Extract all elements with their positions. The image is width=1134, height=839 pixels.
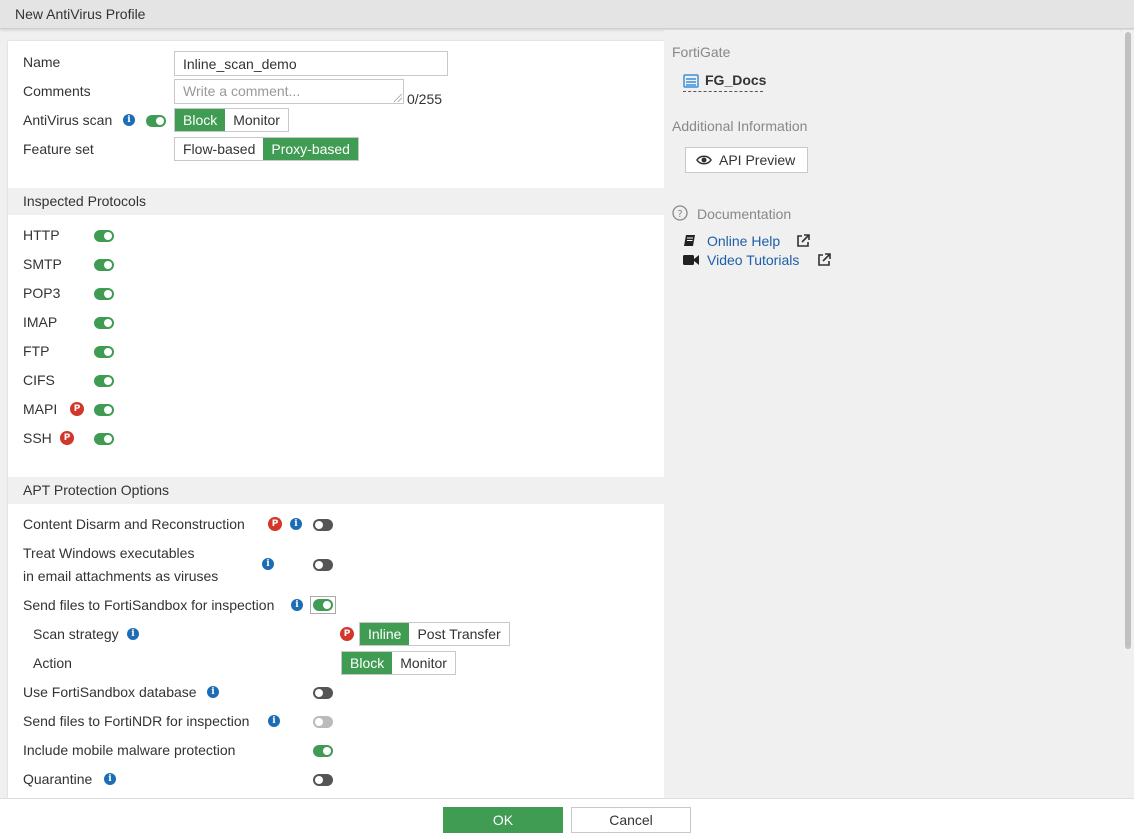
apt-protection-heading: APT Protection Options: [23, 482, 170, 498]
sandbox-db-label: Use FortiSandbox database: [23, 684, 197, 700]
quarantine-info-icon[interactable]: i: [104, 773, 116, 785]
sandbox-action-block-option[interactable]: Block: [342, 652, 393, 674]
proxy-only-badge-icon: P: [60, 431, 74, 445]
sandbox-db-info-icon[interactable]: i: [207, 686, 219, 698]
protocol-smtp-toggle[interactable]: [94, 259, 114, 271]
cdr-label: Content Disarm and Reconstruction: [23, 516, 245, 532]
fortindr-toggle[interactable]: [313, 716, 333, 728]
video-tutorials-link[interactable]: Video Tutorials: [707, 252, 799, 268]
protocol-ssh-toggle[interactable]: [94, 433, 114, 445]
antivirus-action-selector: Block Monitor: [174, 108, 289, 132]
protocol-label: FTP: [23, 343, 50, 359]
comments-label: Comments: [23, 83, 91, 99]
dialog-footer: OK Cancel: [0, 798, 1134, 839]
antivirus-monitor-option[interactable]: Monitor: [225, 109, 288, 131]
protocol-label: SMTP: [23, 256, 62, 272]
comments-placeholder: Write a comment...: [183, 83, 301, 99]
feature-set-selector: Flow-based Proxy-based: [174, 137, 359, 161]
scan-strategy-selector: Inline Post Transfer: [359, 622, 510, 646]
fortindr-label: Send files to FortiNDR for inspection: [23, 713, 250, 729]
protocol-label: POP3: [23, 285, 61, 301]
comments-counter: 0/255: [407, 91, 443, 107]
sandbox-info-icon[interactable]: i: [291, 599, 303, 611]
additional-info-heading: Additional Information: [672, 118, 808, 134]
quarantine-label: Quarantine: [23, 771, 93, 787]
cancel-button[interactable]: Cancel: [571, 807, 691, 833]
treat-exe-label-line1: Treat Windows executables: [23, 545, 195, 561]
scan-strategy-info-icon[interactable]: i: [127, 628, 139, 640]
treat-exe-toggle[interactable]: [313, 559, 333, 571]
eye-icon: [696, 155, 712, 165]
fortindr-info-icon[interactable]: i: [268, 715, 280, 727]
api-preview-label: API Preview: [719, 152, 796, 168]
protocol-label: MAPI: [23, 401, 58, 417]
protocol-mapi-toggle[interactable]: [94, 404, 114, 416]
proxy-only-badge-icon: P: [70, 402, 84, 416]
inspected-protocols-heading: Inspected Protocols: [23, 193, 146, 209]
sandbox-toggle[interactable]: [313, 599, 333, 611]
inspected-protocols-section: Inspected Protocols: [8, 188, 664, 215]
action-label: Action: [33, 655, 72, 671]
external-link-icon[interactable]: [816, 252, 832, 268]
protocol-http-toggle[interactable]: [94, 230, 114, 242]
svg-text:?: ?: [677, 209, 682, 220]
apt-protection-section: APT Protection Options: [8, 477, 664, 504]
sandbox-action-selector: Block Monitor: [341, 651, 456, 675]
sandbox-action-monitor-option[interactable]: Monitor: [392, 652, 455, 674]
documentation-heading: Documentation: [697, 206, 792, 222]
external-link-icon[interactable]: [795, 233, 811, 249]
side-panel: FortiGate FG_Docs Additional Information…: [664, 30, 1120, 798]
sandbox-label: Send files to FortiSandbox for inspectio…: [23, 597, 275, 613]
protocol-ftp-toggle[interactable]: [94, 346, 114, 358]
mobile-malware-toggle[interactable]: [313, 745, 333, 757]
antivirus-scan-label: AntiVirus scan: [23, 112, 113, 128]
treat-exe-info-icon[interactable]: i: [262, 558, 274, 570]
protocol-imap-toggle[interactable]: [94, 317, 114, 329]
scrollbar-thumb[interactable]: [1125, 32, 1131, 649]
treat-exe-label-line2: in email attachments as viruses: [23, 568, 219, 584]
name-label: Name: [23, 54, 61, 70]
cdr-info-icon[interactable]: i: [290, 518, 302, 530]
scan-strategy-label: Scan strategy: [33, 626, 119, 642]
api-preview-button[interactable]: API Preview: [685, 147, 808, 173]
antivirus-info-icon[interactable]: i: [123, 114, 135, 126]
sandbox-toggle-focus-ring: [310, 596, 336, 614]
window-titlebar: New AntiVirus Profile: [0, 0, 1134, 29]
fortigate-heading: FortiGate: [672, 44, 731, 60]
protocol-cifs-toggle[interactable]: [94, 375, 114, 387]
protocol-label: HTTP: [23, 227, 60, 243]
cdr-toggle[interactable]: [313, 519, 333, 531]
video-camera-icon: [683, 255, 699, 265]
feature-set-flow-option[interactable]: Flow-based: [175, 138, 264, 160]
sandbox-db-toggle[interactable]: [313, 687, 333, 699]
form-panel: Name Comments Write a comment... 0/255 A…: [8, 41, 664, 798]
window-title: New AntiVirus Profile: [15, 6, 146, 22]
protocol-pop3-toggle[interactable]: [94, 288, 114, 300]
book-icon: [684, 235, 695, 246]
feature-set-proxy-option[interactable]: Proxy-based: [263, 138, 358, 160]
feature-set-label: Feature set: [23, 141, 94, 157]
proxy-only-badge-icon: P: [268, 517, 282, 531]
resize-grip-icon[interactable]: [394, 94, 402, 102]
protocol-label: IMAP: [23, 314, 58, 330]
ok-button[interactable]: OK: [443, 807, 563, 833]
comments-textarea[interactable]: Write a comment...: [174, 79, 404, 104]
vertical-scrollbar[interactable]: [1122, 30, 1134, 798]
device-link[interactable]: FG_Docs: [683, 72, 767, 92]
proxy-only-badge-icon: P: [340, 627, 354, 641]
protocol-label: CIFS: [23, 372, 55, 388]
scan-strategy-post-transfer-option[interactable]: Post Transfer: [409, 623, 509, 645]
mobile-malware-label: Include mobile malware protection: [23, 742, 236, 758]
quarantine-toggle[interactable]: [313, 774, 333, 786]
name-input[interactable]: [174, 51, 448, 76]
protocol-label: SSH: [23, 430, 52, 446]
antivirus-block-option[interactable]: Block: [175, 109, 226, 131]
device-name: FG_Docs: [705, 72, 767, 88]
online-help-link[interactable]: Online Help: [707, 233, 780, 249]
scan-strategy-inline-option[interactable]: Inline: [360, 623, 410, 645]
device-icon: [683, 74, 699, 88]
question-circle-icon: ?: [672, 205, 688, 221]
antivirus-scan-toggle[interactable]: [146, 115, 166, 127]
